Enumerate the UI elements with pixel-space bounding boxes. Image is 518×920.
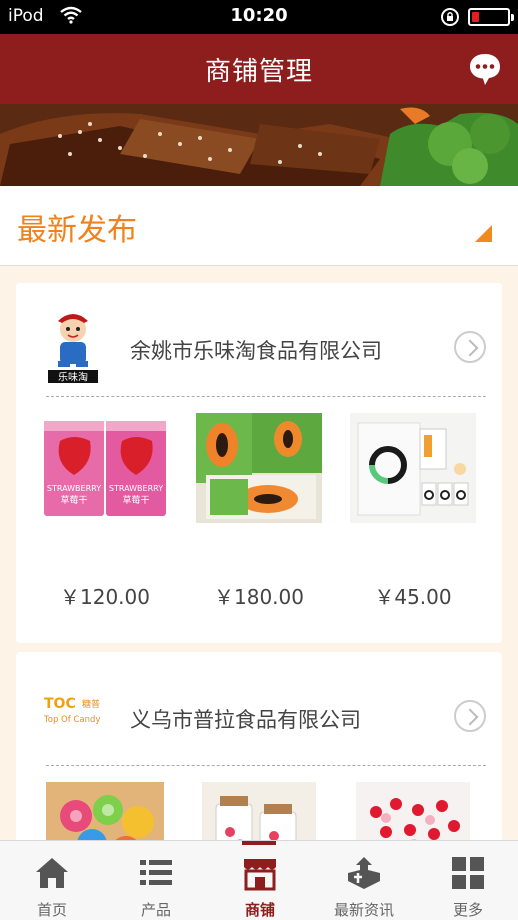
tab-products[interactable]: 产品: [104, 841, 208, 920]
shop-logo: 乐味淘: [44, 307, 102, 387]
shop-name[interactable]: 义乌市普拉食品有限公司: [130, 704, 361, 734]
divider: [46, 396, 486, 397]
store-icon: [244, 859, 276, 891]
corner-triangle-icon: [475, 225, 492, 242]
chevron-right-icon[interactable]: [454, 700, 486, 732]
tab-label: 商铺: [244, 901, 275, 919]
svg-text:草莓干: 草莓干: [122, 494, 149, 506]
tab-store[interactable]: 商铺: [208, 841, 312, 920]
news-icon: [348, 857, 380, 889]
svg-text:草莓干: 草莓干: [60, 494, 87, 506]
app-header: 商铺管理: [0, 34, 518, 104]
divider: [46, 765, 486, 766]
list-icon: [140, 860, 172, 885]
svg-text:TOC: TOC: [44, 696, 76, 712]
svg-text:STRAWBERRY: STRAWBERRY: [109, 484, 163, 493]
orientation-lock-icon: [441, 8, 459, 26]
tab-label: 首页: [36, 901, 67, 919]
home-icon: [36, 858, 68, 888]
svg-text:糖普: 糖普: [82, 698, 100, 710]
tab-home[interactable]: 首页: [0, 841, 104, 920]
svg-text:STRAWBERRY: STRAWBERRY: [47, 484, 101, 493]
product-price: ￥120.00: [60, 585, 150, 609]
battery-icon: [468, 8, 514, 26]
tab-label: 更多: [452, 901, 483, 919]
product-price: ￥180.00: [214, 585, 304, 609]
chat-bubble-icon[interactable]: [466, 50, 504, 88]
product-image[interactable]: STRAWBERRY STRAWBERRY 草莓干 草莓干: [42, 413, 168, 523]
chevron-right-icon[interactable]: [454, 331, 486, 363]
section-title: 最新发布: [17, 213, 137, 248]
tab-news[interactable]: 最新资讯: [312, 841, 416, 920]
svg-text:Top Of Candy: Top Of Candy: [44, 715, 100, 725]
grid-icon: [452, 857, 484, 889]
status-bar: iPod 10:20: [0, 0, 518, 34]
shop-card[interactable]: 乐味淘 余姚市乐味淘食品有限公司 STRAWBERRY STRAWBERRY 草…: [16, 283, 502, 643]
product-image[interactable]: [350, 413, 476, 523]
bottom-tab-bar: 首页 产品 商铺 最新资讯 更多: [0, 840, 518, 920]
product-image[interactable]: [196, 413, 322, 523]
latest-section-header: 最新发布: [0, 186, 518, 266]
shop-logo: TOC 糖普 Top Of Candy: [44, 696, 100, 725]
shop-name[interactable]: 余姚市乐味淘食品有限公司: [130, 335, 382, 365]
tab-label: 产品: [140, 901, 171, 919]
product-price: ￥45.00: [374, 585, 452, 609]
page-title: 商铺管理: [204, 57, 313, 87]
svg-text:乐味淘: 乐味淘: [58, 371, 88, 384]
banner-image[interactable]: [0, 104, 518, 186]
tab-label: 最新资讯: [333, 901, 394, 919]
tab-more[interactable]: 更多: [416, 841, 518, 920]
